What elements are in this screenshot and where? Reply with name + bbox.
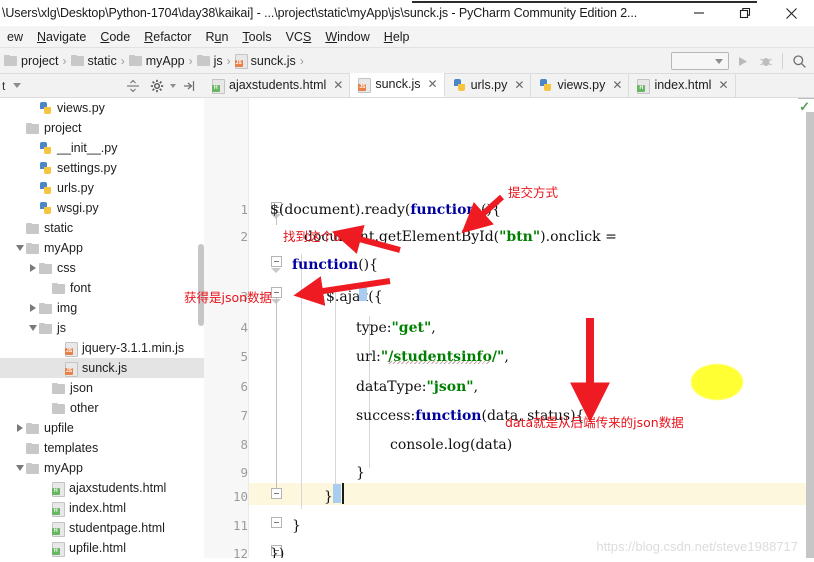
annotation-arrows bbox=[293, 194, 610, 423]
watermark: https://blog.csdn.net/steve1988717 bbox=[596, 539, 798, 554]
pycharm-window: \Users\xlg\Desktop\Python-1704\day38\kai… bbox=[0, 0, 814, 562]
bottom-strip bbox=[0, 558, 814, 562]
